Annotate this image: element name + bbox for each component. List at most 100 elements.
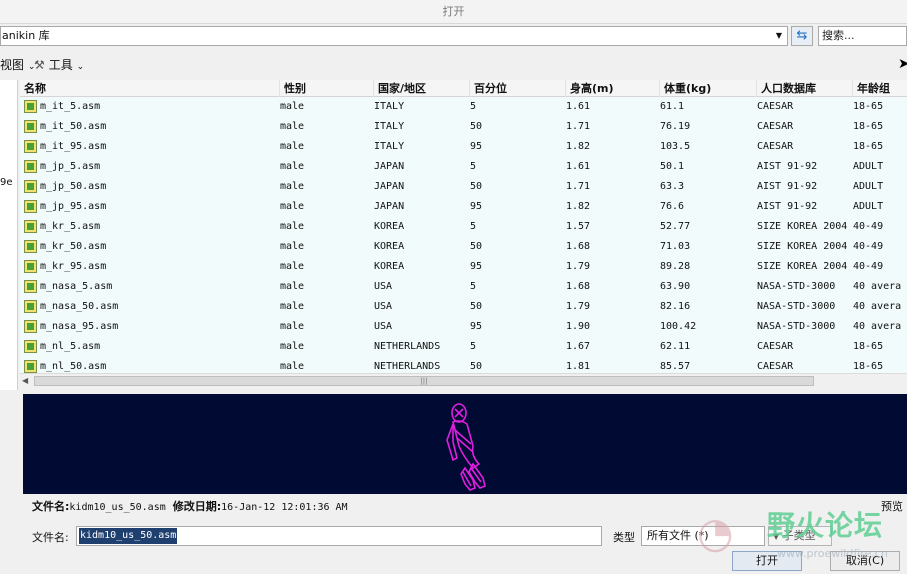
file-row[interactable]: m_kr_50.asm male KOREA 50 1.68 71.03 SIZE KORE… bbox=[20, 237, 907, 257]
mannequin-preview-icon bbox=[446, 403, 486, 491]
table-cell: 40 avera bbox=[853, 301, 902, 312]
table-cell: 100.42 bbox=[660, 321, 697, 332]
table-cell: KOREA bbox=[374, 241, 405, 252]
file-row[interactable]: m_nasa_50.asm male USA 50 1.79 82.16 NASA-STD-… bbox=[20, 297, 907, 317]
file-row[interactable]: m_jp_95.asm male JAPAN 95 1.82 76.6 AIST 91-92… bbox=[20, 197, 907, 217]
column-header[interactable]: 国家/地区 bbox=[374, 80, 470, 97]
table-cell: SIZE KOREA 2004 bbox=[757, 221, 848, 232]
mouse-cursor-icon: ➤ bbox=[898, 56, 907, 72]
file-row[interactable]: m_jp_50.asm male JAPAN 50 1.71 63.3 AIST 91-92… bbox=[20, 177, 907, 197]
table-cell: 61.1 bbox=[660, 101, 685, 112]
table-cell: 40-49 bbox=[853, 221, 884, 232]
file-list-header: 名称 性别 国家/地区 百分位 身高(m) 体重(kg) 人口数据库 年龄组 bbox=[20, 80, 907, 97]
chevron-down-icon: ▼ bbox=[773, 532, 780, 541]
table-cell: 18-65 bbox=[853, 101, 884, 112]
table-cell: SIZE KOREA 2004 bbox=[757, 261, 848, 272]
navigation-pane[interactable]: 9e bbox=[0, 80, 18, 390]
horizontal-scrollbar[interactable]: ◀ ||| bbox=[20, 373, 907, 387]
refresh-button[interactable]: ⇆ bbox=[791, 26, 813, 46]
assembly-file-icon bbox=[24, 320, 37, 333]
table-cell: AIST 91-92 bbox=[757, 161, 818, 172]
column-header[interactable]: 名称 bbox=[20, 80, 280, 97]
file-row[interactable]: m_nl_5.asm male NETHERLANDS 5 1.67 62.11 CAESA… bbox=[20, 337, 907, 357]
table-cell: 1.79 bbox=[566, 261, 591, 272]
table-cell: 5 bbox=[470, 161, 477, 172]
table-cell: m_kr_50.asm bbox=[40, 241, 107, 252]
cancel-button[interactable]: 取消(C) bbox=[830, 551, 900, 571]
table-cell: 18-65 bbox=[853, 121, 884, 132]
dialog-footer: 文件名: kidm10_us_50.asm 类型 所有文件 (*) ▼ 子类型 … bbox=[0, 520, 907, 574]
table-cell: 95 bbox=[470, 321, 483, 332]
table-cell: 1.71 bbox=[566, 181, 591, 192]
path-combobox[interactable]: anikin 库 ▼ bbox=[0, 26, 788, 46]
subtype-select[interactable]: ▼ 子类型 bbox=[768, 526, 832, 546]
file-row[interactable]: m_kr_5.asm male KOREA 5 1.57 52.77 SIZE KOREA … bbox=[20, 217, 907, 237]
assembly-file-icon bbox=[24, 340, 37, 353]
table-cell: 52.77 bbox=[660, 221, 691, 232]
table-cell: male bbox=[280, 141, 305, 152]
table-cell: USA bbox=[374, 321, 393, 332]
column-header[interactable]: 年龄组 bbox=[853, 80, 907, 97]
table-cell: 95 bbox=[470, 201, 483, 212]
table-cell: m_nl_50.asm bbox=[40, 361, 107, 372]
table-cell: 5 bbox=[470, 221, 477, 232]
preview-label[interactable]: 预览 bbox=[881, 497, 903, 517]
table-cell: male bbox=[280, 261, 305, 272]
table-cell: male bbox=[280, 281, 305, 292]
table-cell: male bbox=[280, 161, 305, 172]
table-cell: USA bbox=[374, 281, 393, 292]
file-row[interactable]: m_nl_50.asm male NETHERLANDS 50 1.81 85.57 CAE… bbox=[20, 357, 907, 373]
info-filename-value: kidm10_us_50.asm bbox=[69, 502, 166, 513]
model-preview bbox=[23, 394, 907, 494]
column-header[interactable]: 性别 bbox=[280, 80, 374, 97]
file-row[interactable]: m_it_95.asm male ITALY 95 1.82 103.5 CAESAR 18-… bbox=[20, 137, 907, 157]
open-button[interactable]: 打开 bbox=[732, 551, 802, 571]
file-info-bar: 文件名:kidm10_us_50.asm 修改日期:16-Jan-12 12:0… bbox=[0, 497, 907, 517]
column-header[interactable]: 人口数据库 bbox=[757, 80, 853, 97]
file-row[interactable]: m_jp_5.asm male JAPAN 5 1.61 50.1 AIST 91-92 AD… bbox=[20, 157, 907, 177]
table-cell: 1.81 bbox=[566, 361, 591, 372]
table-cell: 50 bbox=[470, 121, 483, 132]
column-header[interactable]: 身高(m) bbox=[566, 80, 660, 97]
search-input[interactable]: 搜索... bbox=[818, 26, 907, 46]
file-row[interactable]: m_nasa_5.asm male USA 5 1.68 63.90 NASA-STD-30… bbox=[20, 277, 907, 297]
info-filename-label: 文件名: bbox=[32, 500, 70, 513]
file-list[interactable]: 名称 性别 国家/地区 百分位 身高(m) 体重(kg) 人口数据库 年龄组 m_it_5.a… bbox=[20, 80, 907, 373]
table-cell: m_kr_95.asm bbox=[40, 261, 107, 272]
table-cell: 1.82 bbox=[566, 141, 591, 152]
scrollbar-thumb[interactable]: ||| bbox=[34, 376, 814, 386]
file-row[interactable]: m_nasa_95.asm male USA 95 1.90 100.42 NASA-STD… bbox=[20, 317, 907, 337]
column-header[interactable]: 百分位 bbox=[470, 80, 566, 97]
table-cell: ADULT bbox=[853, 181, 884, 192]
chevron-down-icon[interactable]: ▼ bbox=[773, 27, 785, 45]
table-cell: m_kr_5.asm bbox=[40, 221, 101, 232]
view-menu-button[interactable]: 视图 ⌄ bbox=[0, 54, 35, 78]
table-cell: 85.57 bbox=[660, 361, 691, 372]
table-cell: 1.79 bbox=[566, 301, 591, 312]
table-cell: ADULT bbox=[853, 161, 884, 172]
table-cell: m_nasa_95.asm bbox=[40, 321, 119, 332]
table-cell: 18-65 bbox=[853, 341, 884, 352]
column-header[interactable]: 体重(kg) bbox=[660, 80, 757, 97]
filename-value: kidm10_us_50.asm bbox=[79, 528, 178, 544]
table-cell: 50 bbox=[470, 241, 483, 252]
table-cell: m_jp_95.asm bbox=[40, 201, 107, 212]
view-menu-label: 视图 bbox=[0, 58, 25, 72]
type-select[interactable]: 所有文件 (*) bbox=[641, 526, 765, 546]
type-value: 所有文件 (*) bbox=[647, 529, 709, 542]
scroll-left-icon[interactable]: ◀ bbox=[22, 374, 28, 388]
file-row[interactable]: m_kr_95.asm male KOREA 95 1.79 89.28 SIZE KORE… bbox=[20, 257, 907, 277]
path-value: anikin 库 bbox=[2, 29, 50, 42]
file-row[interactable]: m_it_50.asm male ITALY 50 1.71 76.19 CAESAR 18-… bbox=[20, 117, 907, 137]
table-cell: 50 bbox=[470, 181, 483, 192]
table-cell: AIST 91-92 bbox=[757, 201, 818, 212]
table-cell: JAPAN bbox=[374, 161, 405, 172]
table-cell: KOREA bbox=[374, 221, 405, 232]
table-cell: 40-49 bbox=[853, 241, 884, 252]
tools-menu-button[interactable]: ⚒ 工具 ⌄ bbox=[34, 54, 84, 78]
assembly-file-icon bbox=[24, 120, 37, 133]
table-cell: ITALY bbox=[374, 121, 405, 132]
file-row[interactable]: m_it_5.asm male ITALY 5 1.61 61.1 CAESAR 18-65 bbox=[20, 97, 907, 117]
table-cell: 1.68 bbox=[566, 241, 591, 252]
filename-input[interactable]: kidm10_us_50.asm bbox=[76, 526, 602, 546]
